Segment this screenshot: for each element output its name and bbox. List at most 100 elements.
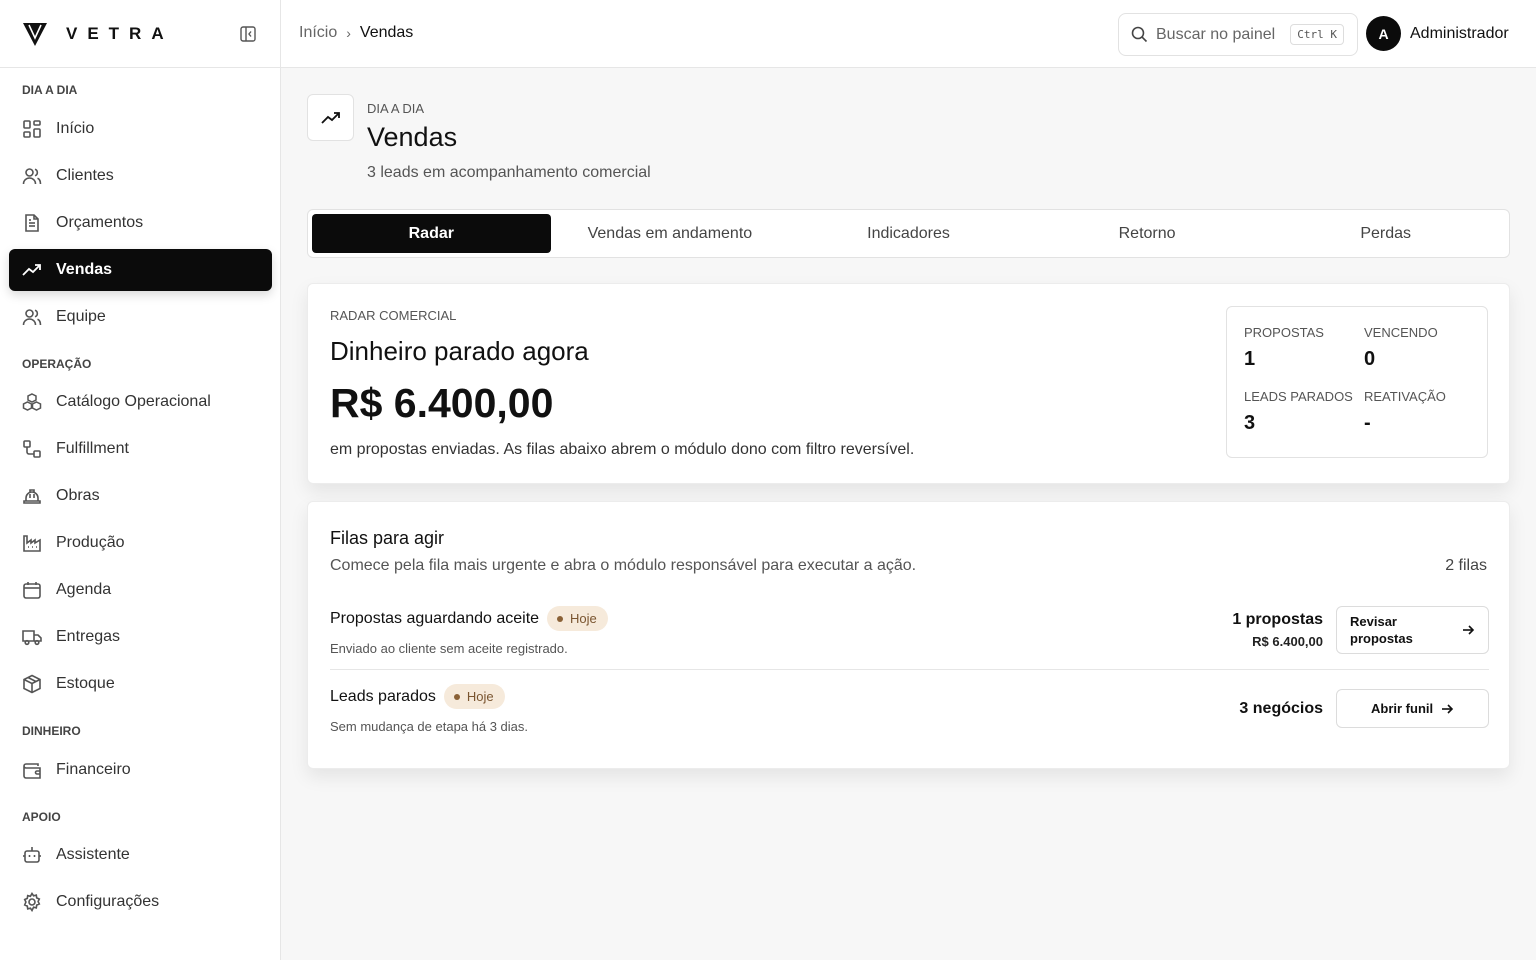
sidebar-item-estoque[interactable]: Estoque	[9, 663, 272, 705]
tab-vendas-em-andamento[interactable]: Vendas em andamento	[551, 214, 790, 253]
tab-indicadores[interactable]: Indicadores	[789, 214, 1028, 253]
brand-logo-icon[interactable]	[22, 21, 48, 47]
breadcrumb: Início › Vendas	[299, 24, 413, 42]
nav-section-apoio: APOIO	[22, 810, 61, 824]
sidebar-item-label: Financeiro	[56, 761, 131, 778]
sidebar-item-label: Fulfillment	[56, 440, 129, 457]
users-icon	[22, 166, 42, 186]
search-input[interactable]: Buscar no painel Ctrl K	[1118, 13, 1358, 56]
queue-row-leads: Leads parados Hoje Sem mudança de etapa …	[330, 684, 1489, 734]
user-name: Administrador	[1410, 24, 1509, 42]
breadcrumb-home-link[interactable]: Início	[299, 24, 337, 42]
queue-title: Leads parados	[330, 687, 436, 705]
sidebar-item-label: Estoque	[56, 675, 115, 692]
sidebar-item-label: Entregas	[56, 628, 121, 645]
nav-section-operacao: OPERAÇÃO	[22, 357, 92, 371]
queue-title: Propostas aguardando aceite	[330, 609, 540, 627]
page-subtitle: 3 leads em acompanhamento comercial	[367, 164, 651, 181]
sidebar-item-clientes[interactable]: Clientes	[9, 155, 272, 197]
boxes-icon	[22, 392, 42, 412]
sidebar-item-label: Configurações	[56, 893, 160, 910]
review-proposals-button[interactable]: Revisar propostas	[1336, 606, 1489, 654]
tab-perdas[interactable]: Perdas	[1266, 214, 1505, 253]
stat-value: 0	[1364, 348, 1376, 370]
sidebar-item-label: Clientes	[56, 167, 114, 184]
sidebar-item-equipe[interactable]: Equipe	[9, 296, 272, 338]
arrow-right-icon	[1440, 702, 1454, 716]
sidebar-item-label: Equipe	[56, 308, 106, 325]
stat-reativacao: REATIVAÇÃO -	[1364, 389, 1446, 435]
badge-label: Hoje	[466, 689, 494, 704]
avatar: A	[1366, 16, 1401, 51]
sidebar-item-configuracoes[interactable]: Configurações	[9, 881, 272, 923]
stat-value: 1	[1244, 348, 1256, 370]
page-eyebrow: DIA A DIA	[367, 101, 425, 116]
sidebar-item-label: Assistente	[56, 846, 130, 863]
collapse-sidebar-icon[interactable]	[238, 24, 258, 44]
queues-count: 2 filas	[1445, 557, 1487, 574]
radar-card: RADAR COMERCIAL Dinheiro parado agora R$…	[307, 283, 1510, 484]
stat-value: 3	[1244, 412, 1256, 434]
tab-radar[interactable]: Radar	[312, 214, 551, 253]
search-placeholder: Buscar no painel	[1156, 25, 1276, 43]
stat-label: REATIVAÇÃO	[1364, 389, 1446, 404]
package-icon	[22, 674, 42, 694]
team-icon	[22, 307, 42, 327]
button-label: Revisar propostas	[1350, 614, 1413, 646]
sidebar-item-entregas[interactable]: Entregas	[9, 616, 272, 658]
open-funnel-button[interactable]: Abrir funil	[1336, 689, 1489, 728]
topbar: Início › Vendas Buscar no painel Ctrl K …	[281, 0, 1536, 68]
radar-stats: PROPOSTAS 1 VENCENDO 0 LEADS PARADOS 3 R…	[1226, 306, 1488, 458]
sidebar-item-agenda[interactable]: Agenda	[9, 569, 272, 611]
stat-label: PROPOSTAS	[1244, 325, 1324, 340]
breadcrumb-current: Vendas	[359, 24, 414, 41]
sidebar-item-catalogo[interactable]: Catálogo Operacional	[9, 381, 272, 423]
chevron-right-icon: ›	[346, 25, 351, 41]
sidebar-item-obras[interactable]: Obras	[9, 475, 272, 517]
stat-label: LEADS PARADOS	[1244, 389, 1353, 404]
sidebar-item-label: Agenda	[56, 581, 112, 598]
sidebar-item-financeiro[interactable]: Financeiro	[9, 749, 272, 791]
sidebar-item-fulfillment[interactable]: Fulfillment	[9, 428, 272, 470]
bot-icon	[22, 845, 42, 865]
status-badge: Hoje	[547, 606, 608, 631]
document-icon	[22, 213, 42, 233]
wallet-icon	[22, 760, 42, 780]
sidebar-item-inicio[interactable]: Início	[9, 108, 272, 150]
user-menu[interactable]: A Administrador	[1366, 16, 1509, 51]
sidebar-item-label: Catálogo Operacional	[56, 393, 211, 410]
search-icon	[1131, 26, 1148, 43]
badge-label: Hoje	[570, 611, 597, 626]
hard-hat-icon	[22, 486, 42, 506]
tab-retorno[interactable]: Retorno	[1028, 214, 1267, 253]
queue-count: 1 propostas	[1232, 611, 1323, 628]
stat-propostas: PROPOSTAS 1	[1244, 325, 1324, 371]
queue-amount: R$ 6.400,00	[1252, 634, 1323, 649]
dot-icon	[557, 615, 564, 622]
trending-up-icon	[22, 260, 42, 280]
nav-section-dia-a-dia: DIA A DIA	[22, 83, 78, 97]
sidebar-item-label: Produção	[56, 534, 125, 551]
sidebar-item-producao[interactable]: Produção	[9, 522, 272, 564]
stat-leads-parados: LEADS PARADOS 3	[1244, 389, 1353, 435]
radar-amount: R$ 6.400,00	[330, 380, 554, 426]
trending-up-icon	[307, 94, 354, 141]
stat-value: -	[1364, 412, 1371, 434]
sidebar-item-label: Obras	[56, 487, 100, 504]
sidebar-item-label: Início	[56, 120, 95, 137]
sidebar-item-vendas[interactable]: Vendas	[9, 249, 272, 291]
queue-count: 3 negócios	[1239, 699, 1323, 717]
sidebar-item-assistente[interactable]: Assistente	[9, 834, 272, 876]
search-shortcut: Ctrl K	[1290, 24, 1344, 45]
page-title: Vendas	[367, 122, 458, 152]
dashboard-icon	[22, 119, 42, 139]
workflow-icon	[22, 439, 42, 459]
radar-label: RADAR COMERCIAL	[330, 308, 457, 323]
sidebar-item-label: Vendas	[56, 261, 113, 278]
status-badge: Hoje	[443, 684, 505, 709]
sidebar-item-orcamentos[interactable]: Orçamentos	[9, 202, 272, 244]
queue-row-propostas: Propostas aguardando aceite Hoje Enviado…	[330, 606, 1489, 656]
button-label: Abrir funil	[1371, 701, 1434, 716]
dot-icon	[453, 693, 460, 700]
gear-icon	[22, 892, 42, 912]
